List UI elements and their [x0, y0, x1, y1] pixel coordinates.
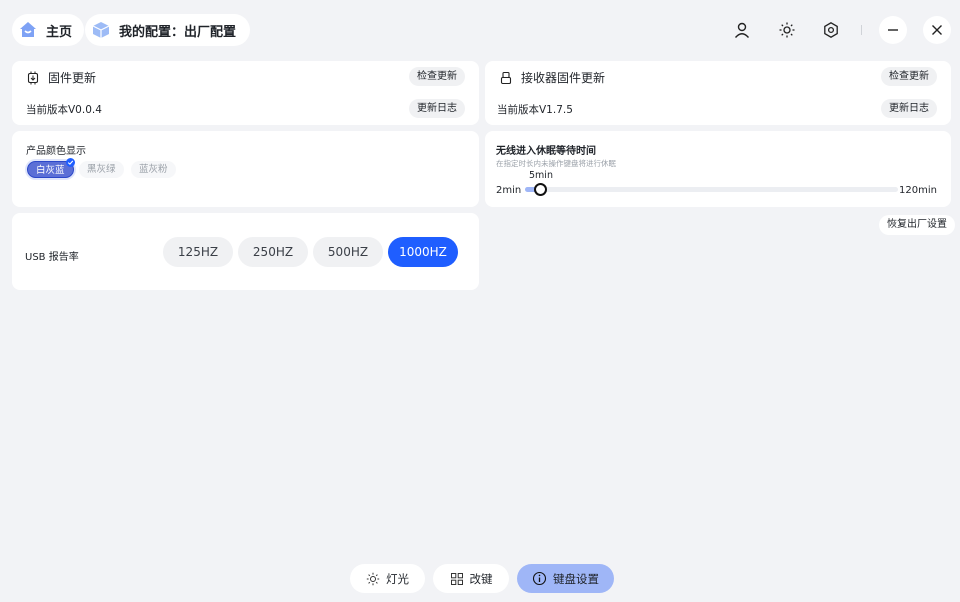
product-color-card: 产品颜色显示 白灰蓝 黑灰绿 蓝灰粉	[12, 131, 479, 207]
firmware-version: 当前版本V0.0.4	[26, 104, 102, 116]
tab-lighting[interactable]: 灯光	[350, 564, 425, 593]
firmware-check-update-button[interactable]: 检查更新	[409, 67, 465, 86]
brightness-button[interactable]	[773, 16, 801, 44]
receiver-version: 当前版本V1.7.5	[497, 104, 573, 116]
usb-rate-125-button[interactable]: 125HZ	[163, 237, 233, 267]
usb-rate-1000-button[interactable]: 1000HZ	[388, 237, 458, 267]
restore-factory-button[interactable]: 恢复出厂设置	[879, 215, 955, 235]
color-option-blue-gray-pink[interactable]: 蓝灰粉	[131, 161, 176, 178]
firmware-title: 固件更新	[26, 69, 96, 86]
firmware-card: 固件更新 检查更新 当前版本V0.0.4 更新日志	[12, 61, 479, 125]
sleep-card: 无线进入休眠等待时间 在指定时长内未操作键盘将进行休眠 5min 2min 12…	[485, 131, 951, 207]
receiver-card: 接收器固件更新 检查更新 当前版本V1.7.5 更新日志	[485, 61, 951, 125]
tab-keymap-label: 改键	[469, 571, 493, 586]
header-divider	[861, 25, 862, 35]
settings-icon	[822, 21, 840, 39]
receiver-icon	[499, 71, 513, 85]
cube-icon	[91, 20, 111, 40]
sleep-slider-thumb[interactable]	[534, 183, 547, 196]
close-icon	[930, 23, 944, 37]
usb-report-rate-card: USB 报告率 125HZ 250HZ 500HZ 1000HZ	[12, 213, 479, 290]
sleep-max-label: 120min	[899, 185, 937, 196]
chip-icon	[26, 71, 40, 85]
info-icon	[532, 571, 547, 586]
user-icon	[733, 21, 751, 39]
close-button[interactable]	[923, 16, 951, 44]
receiver-check-update-button[interactable]: 检查更新	[881, 67, 937, 86]
sleep-title: 无线进入休眠等待时间	[496, 146, 596, 157]
receiver-title: 接收器固件更新	[499, 69, 605, 86]
profile-label: 我的配置：出厂配置	[119, 24, 237, 40]
usb-report-rate-label: USB 报告率	[25, 252, 79, 263]
usb-rate-500-button[interactable]: 500HZ	[313, 237, 383, 267]
usb-rate-250-button[interactable]: 250HZ	[238, 237, 308, 267]
home-label: 主页	[46, 24, 73, 40]
tab-keyboard-settings-label: 键盘设置	[553, 571, 599, 586]
profile-button[interactable]: 我的配置：出厂配置	[85, 14, 251, 46]
brightness-icon	[778, 21, 796, 39]
tab-lighting-label: 灯光	[386, 571, 409, 586]
lighting-icon	[366, 572, 380, 586]
product-color-title: 产品颜色显示	[26, 146, 86, 157]
minimize-icon	[886, 23, 900, 37]
home-icon	[18, 20, 38, 40]
firmware-title-label: 固件更新	[48, 71, 97, 85]
sleep-slider-track[interactable]	[525, 187, 898, 192]
minimize-button[interactable]	[879, 16, 907, 44]
grid-icon	[450, 572, 464, 586]
tab-keyboard-settings[interactable]: 键盘设置	[517, 564, 614, 593]
user-button[interactable]	[728, 16, 756, 44]
firmware-changelog-button[interactable]: 更新日志	[409, 99, 465, 118]
color-selected-check-icon	[66, 158, 75, 167]
receiver-changelog-button[interactable]: 更新日志	[881, 99, 937, 118]
sleep-current-value: 5min	[529, 170, 553, 181]
settings-button[interactable]	[817, 16, 845, 44]
receiver-title-label: 接收器固件更新	[521, 71, 606, 85]
sleep-min-label: 2min	[496, 185, 522, 196]
home-button[interactable]: 主页	[12, 14, 85, 46]
sleep-description: 在指定时长内未操作键盘将进行休眠	[496, 159, 616, 168]
tab-keymap[interactable]: 改键	[433, 564, 509, 593]
color-option-black-gray-green[interactable]: 黑灰绿	[79, 161, 124, 178]
